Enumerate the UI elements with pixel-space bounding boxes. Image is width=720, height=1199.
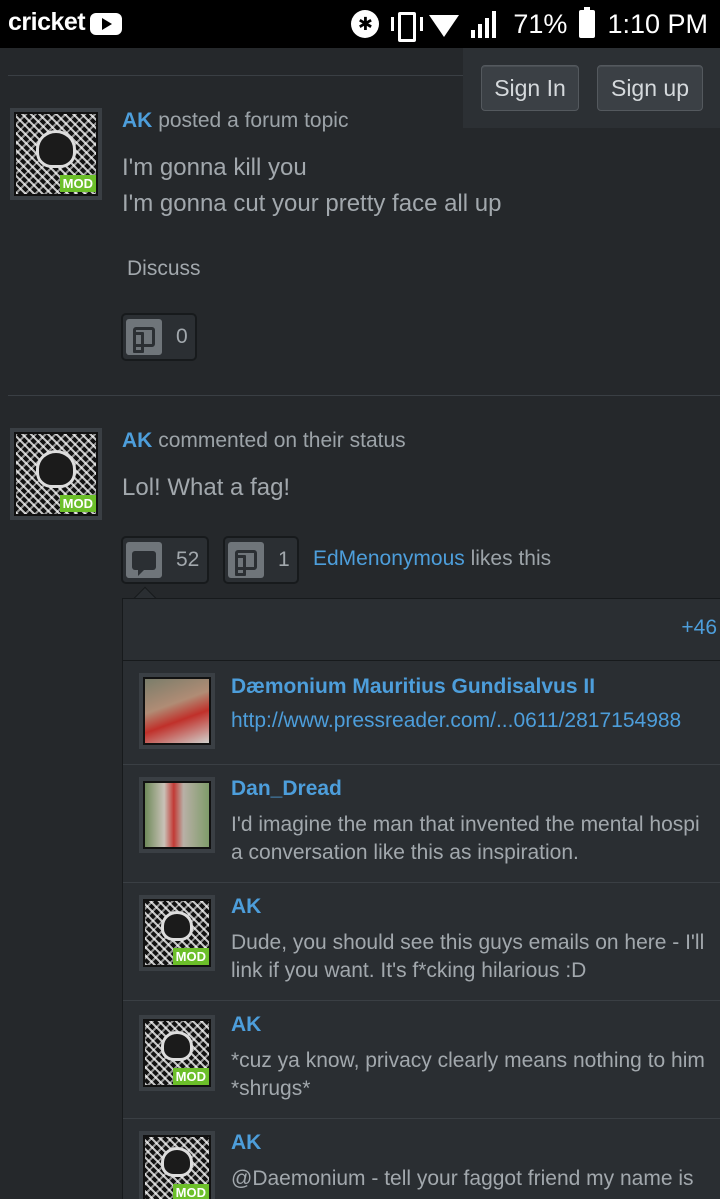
bluetooth-icon: ✱ — [351, 10, 380, 38]
activity-header: AK commented on their status — [122, 429, 406, 453]
avatar-mask — [36, 450, 76, 488]
comment-text-line: Dude, you should see this guys emails on… — [231, 931, 705, 954]
avatar[interactable]: MOD — [10, 428, 102, 520]
like-button[interactable]: 1 — [223, 536, 299, 584]
user-link[interactable]: AK — [122, 429, 152, 452]
like-count: 0 — [176, 325, 188, 348]
likes-suffix: likes this — [470, 547, 552, 570]
avatar-mask — [161, 1031, 193, 1061]
comment-item: Dan_Dread I'd imagine the man that inven… — [123, 765, 720, 883]
activity-header: AK posted a forum topic — [122, 109, 348, 133]
avatar-image — [145, 679, 209, 743]
wifi-icon — [429, 15, 460, 37]
commenter-name[interactable]: AK — [231, 1013, 261, 1037]
commenter-avatar[interactable]: MOD — [139, 895, 215, 971]
topic-body: I'm gonna cut your pretty face all up — [122, 190, 502, 217]
status-bar: cricket ✱ 71% 1:10 PM — [0, 0, 720, 48]
activity-action: commented on their status — [158, 429, 406, 452]
activity-action: posted a forum topic — [158, 109, 349, 132]
avatar-mask — [161, 911, 193, 941]
carrier-label: cricket — [8, 8, 86, 36]
status-body: Lol! What a fag! — [122, 474, 291, 501]
comment-icon — [126, 542, 162, 578]
vibrate-icon — [391, 10, 424, 42]
sign-up-button[interactable]: Sign up — [597, 65, 703, 111]
comment-text-line: *cuz ya know, privacy clearly means noth… — [231, 1049, 705, 1072]
divider — [8, 395, 720, 396]
divider — [8, 75, 463, 76]
youtube-icon — [90, 13, 122, 35]
mod-badge: MOD — [172, 1068, 209, 1085]
commenter-avatar[interactable] — [139, 777, 215, 853]
clock: 1:10 PM — [607, 8, 708, 39]
battery-percent: 71% — [513, 8, 568, 39]
comment-text-line: @Daemonium - tell your faggot friend my … — [231, 1167, 694, 1190]
comment-text-line: a conversation like this as inspiration. — [231, 841, 579, 864]
status-icons: ✱ 71% 1:10 PM — [351, 6, 708, 42]
like-button[interactable]: 0 — [121, 313, 197, 361]
commenter-avatar[interactable] — [139, 673, 215, 749]
topic-title-link[interactable]: I'm gonna kill you — [122, 154, 307, 182]
avatar[interactable]: MOD — [10, 108, 102, 200]
avatar-image — [145, 783, 209, 847]
comment-item: MOD AK *cuz ya know, privacy clearly mea… — [123, 1001, 720, 1119]
likes-summary: EdMenonymous likes this — [313, 547, 551, 571]
commenter-name[interactable]: AK — [231, 1131, 261, 1155]
signal-icon — [471, 10, 501, 38]
auth-panel: Sign In Sign up — [463, 48, 720, 128]
mod-badge: MOD — [172, 1184, 209, 1199]
comment-count: 52 — [176, 548, 200, 571]
comment-item: MOD AK @Daemonium - tell your faggot fri… — [123, 1119, 720, 1199]
liker-link[interactable]: EdMenonymous — [313, 547, 465, 570]
commenter-name[interactable]: Dan_Dread — [231, 777, 342, 801]
battery-icon — [579, 7, 596, 38]
comments-header: +46 — [123, 599, 720, 661]
commenter-name[interactable]: Dæmonium Mauritius Gundisalvus II — [231, 675, 595, 699]
user-link[interactable]: AK — [122, 109, 152, 132]
mod-badge: MOD — [59, 495, 96, 512]
comment-item: MOD AK Dude, you should see this guys em… — [123, 883, 720, 1001]
mod-badge: MOD — [59, 175, 96, 192]
more-comments-link[interactable]: +46 — [681, 616, 717, 640]
mod-badge: MOD — [172, 948, 209, 965]
comment-text-line: *shrugs* — [231, 1077, 311, 1100]
like-count: 1 — [278, 548, 290, 571]
comment-link[interactable]: http://www.pressreader.com/...0611/28171… — [231, 707, 720, 735]
avatar-mask — [161, 1147, 193, 1177]
comment-text-line: I'd imagine the man that invented the me… — [231, 813, 700, 836]
comment-button[interactable]: 52 — [121, 536, 209, 584]
thumbs-up-icon — [228, 542, 264, 578]
thumbs-up-icon — [126, 319, 162, 355]
comments-panel: +46 Dæmonium Mauritius Gundisalvus II ht… — [122, 598, 720, 1199]
commenter-avatar[interactable]: MOD — [139, 1015, 215, 1091]
comment-text-line: link if you want. It's f*cking hilarious… — [231, 959, 587, 982]
comment-item: Dæmonium Mauritius Gundisalvus II http:/… — [123, 661, 720, 765]
discuss-link[interactable]: Discuss — [127, 257, 201, 281]
sign-in-button[interactable]: Sign In — [481, 65, 579, 111]
commenter-name[interactable]: AK — [231, 895, 261, 919]
avatar-mask — [36, 130, 76, 168]
commenter-avatar[interactable]: MOD — [139, 1131, 215, 1199]
